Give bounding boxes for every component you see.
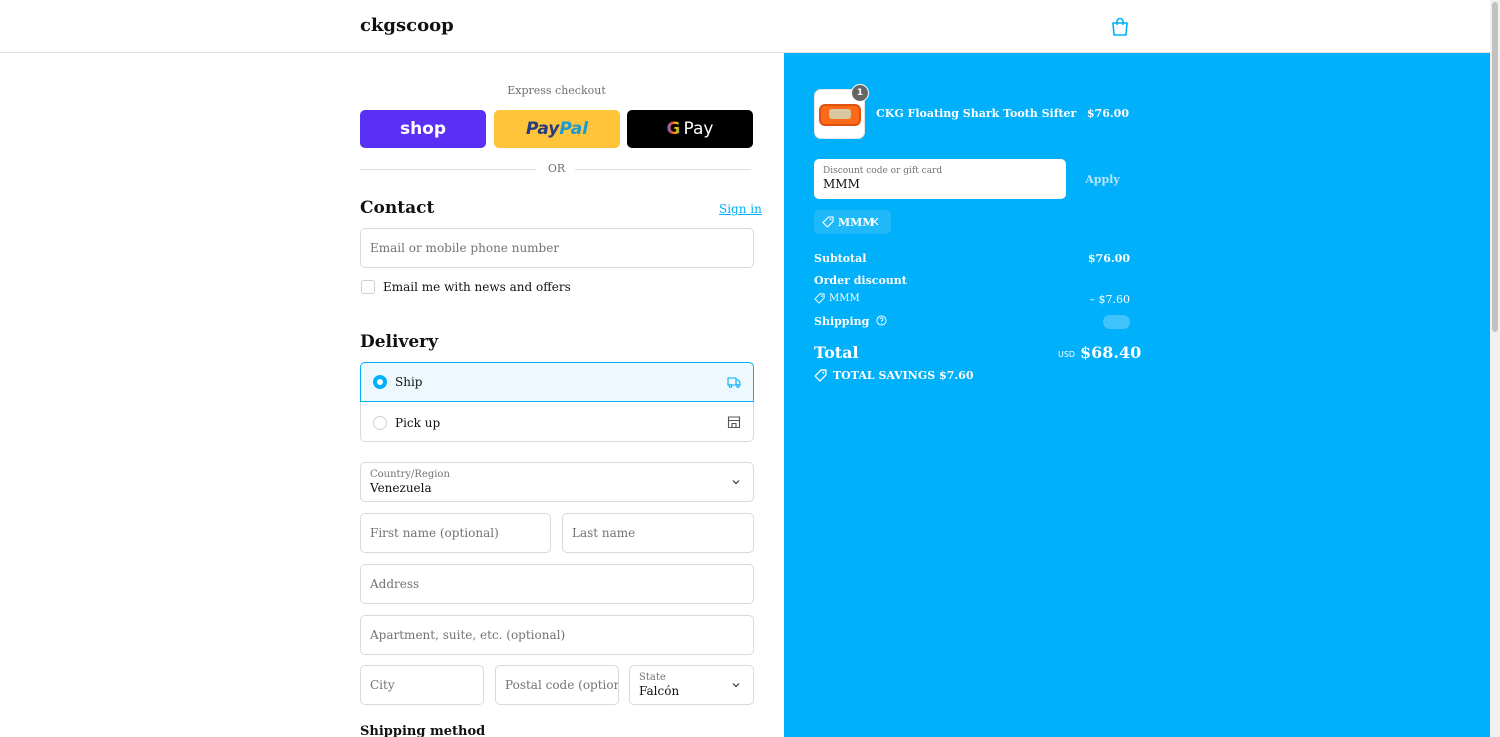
subtotal-row: Subtotal $76.00 <box>814 252 1130 265</box>
email-placeholder: Email or mobile phone number <box>370 241 560 255</box>
shipping-placeholder <box>1103 315 1130 329</box>
paypal-label-a: Pay <box>525 119 560 139</box>
postal-code-field[interactable]: Postal code (option... <box>495 665 619 705</box>
divider-line <box>575 169 751 170</box>
order-discount-code-row: MMM – $7.60 <box>814 293 1131 306</box>
delivery-option-ship[interactable]: Ship <box>360 362 754 402</box>
shop-pay-button[interactable]: shop <box>360 110 486 148</box>
subtotal-value: $76.00 <box>1087 252 1130 265</box>
order-discount-code: MMM <box>814 293 1130 304</box>
savings-label: TOTAL SAVINGS <box>833 369 936 382</box>
delivery-title: Delivery <box>360 332 439 352</box>
total-value: $68.40 <box>1080 343 1142 362</box>
chevron-down-icon <box>732 683 740 688</box>
subtotal-label: Subtotal <box>814 252 867 265</box>
state-value: Falcón <box>639 683 680 698</box>
header: ckgscoop <box>0 0 1490 53</box>
shopping-bag-icon[interactable] <box>1111 17 1129 37</box>
express-checkout-title: Express checkout <box>507 84 606 97</box>
order-summary-panel <box>784 53 1490 737</box>
delivery-option-pickup[interactable]: Pick up <box>361 403 753 442</box>
order-discount-code-label: MMM <box>829 293 860 304</box>
or-divider: OR <box>360 162 753 176</box>
address-placeholder: Address <box>370 577 420 591</box>
tag-icon <box>814 293 825 304</box>
shipping-row: Shipping <box>814 315 1130 329</box>
quantity-badge: 1 <box>851 84 869 102</box>
shipping-label: Shipping <box>814 315 870 328</box>
tag-icon <box>814 369 827 382</box>
country-select[interactable]: Country/Region Venezuela <box>360 462 754 502</box>
close-icon[interactable] <box>869 216 880 227</box>
google-pay-label: Pay <box>683 119 714 139</box>
postal-placeholder: Postal code (option... <box>505 678 618 692</box>
ship-radio[interactable] <box>373 375 387 389</box>
total-label: Total <box>814 343 859 362</box>
news-checkbox-label: Email me with news and offers <box>383 280 571 294</box>
discount-label: Discount code or gift card <box>823 166 943 176</box>
address-field[interactable]: Address <box>360 564 754 604</box>
country-value: Venezuela <box>370 480 432 495</box>
savings-value: $7.60 <box>939 369 974 382</box>
order-discount-label: Order discount <box>814 274 907 287</box>
country-label: Country/Region <box>370 468 450 480</box>
apartment-field[interactable]: Apartment, suite, etc. (optional) <box>360 615 754 655</box>
news-checkbox[interactable] <box>361 280 375 294</box>
store-logo[interactable]: ckgscoop <box>360 15 454 36</box>
discount-value: MMM <box>823 177 860 191</box>
pickup-label: Pick up <box>395 415 441 430</box>
total-savings: TOTAL SAVINGS $7.60 <box>814 369 974 382</box>
paypal-button[interactable]: Pay Pal <box>494 110 620 148</box>
delivery-options: Ship Pick up <box>360 362 754 442</box>
google-pay-button[interactable]: G Pay <box>627 110 753 148</box>
apartment-placeholder: Apartment, suite, etc. (optional) <box>370 628 566 642</box>
ship-label: Ship <box>395 375 423 389</box>
state-label: State <box>639 671 666 683</box>
discount-code-field[interactable]: Discount code or gift card MMM <box>814 159 1066 199</box>
total-currency: USD <box>1058 350 1076 359</box>
truck-icon <box>727 377 741 388</box>
last-name-field[interactable]: Last name <box>562 513 754 553</box>
last-name-placeholder: Last name <box>572 526 636 540</box>
apply-button[interactable]: Apply <box>1075 159 1130 199</box>
store-icon <box>727 416 741 429</box>
first-name-placeholder: First name (optional) <box>370 526 499 540</box>
state-select[interactable]: State Falcón <box>629 665 754 705</box>
product-name: CKG Floating Shark Tooth Sifter <box>876 107 1077 120</box>
first-name-field[interactable]: First name (optional) <box>360 513 551 553</box>
scrollbar[interactable] <box>1490 0 1500 737</box>
pickup-radio[interactable] <box>373 415 387 430</box>
help-icon[interactable] <box>876 315 887 326</box>
sign-in-link[interactable]: Sign in <box>719 202 762 216</box>
order-discount-row: Order discount <box>814 274 1130 287</box>
scrollbar-thumb[interactable] <box>1492 2 1498 332</box>
shipping-method-title: Shipping method <box>360 724 486 737</box>
city-placeholder: City <box>370 678 395 692</box>
shop-pay-label: shop <box>399 119 447 139</box>
city-field[interactable]: City <box>360 665 484 705</box>
product-price: $76.00 <box>1086 107 1129 120</box>
applied-code-chip: MMM <box>814 210 891 234</box>
contact-title: Contact <box>360 198 435 218</box>
email-field[interactable]: Email or mobile phone number <box>360 228 754 268</box>
paypal-label-b: Pal <box>559 119 589 139</box>
tag-icon <box>822 216 834 228</box>
order-discount-value: – $7.60 <box>1089 293 1131 306</box>
product-image <box>819 104 861 126</box>
google-g-icon: G <box>666 119 681 139</box>
chevron-down-icon <box>732 480 740 485</box>
